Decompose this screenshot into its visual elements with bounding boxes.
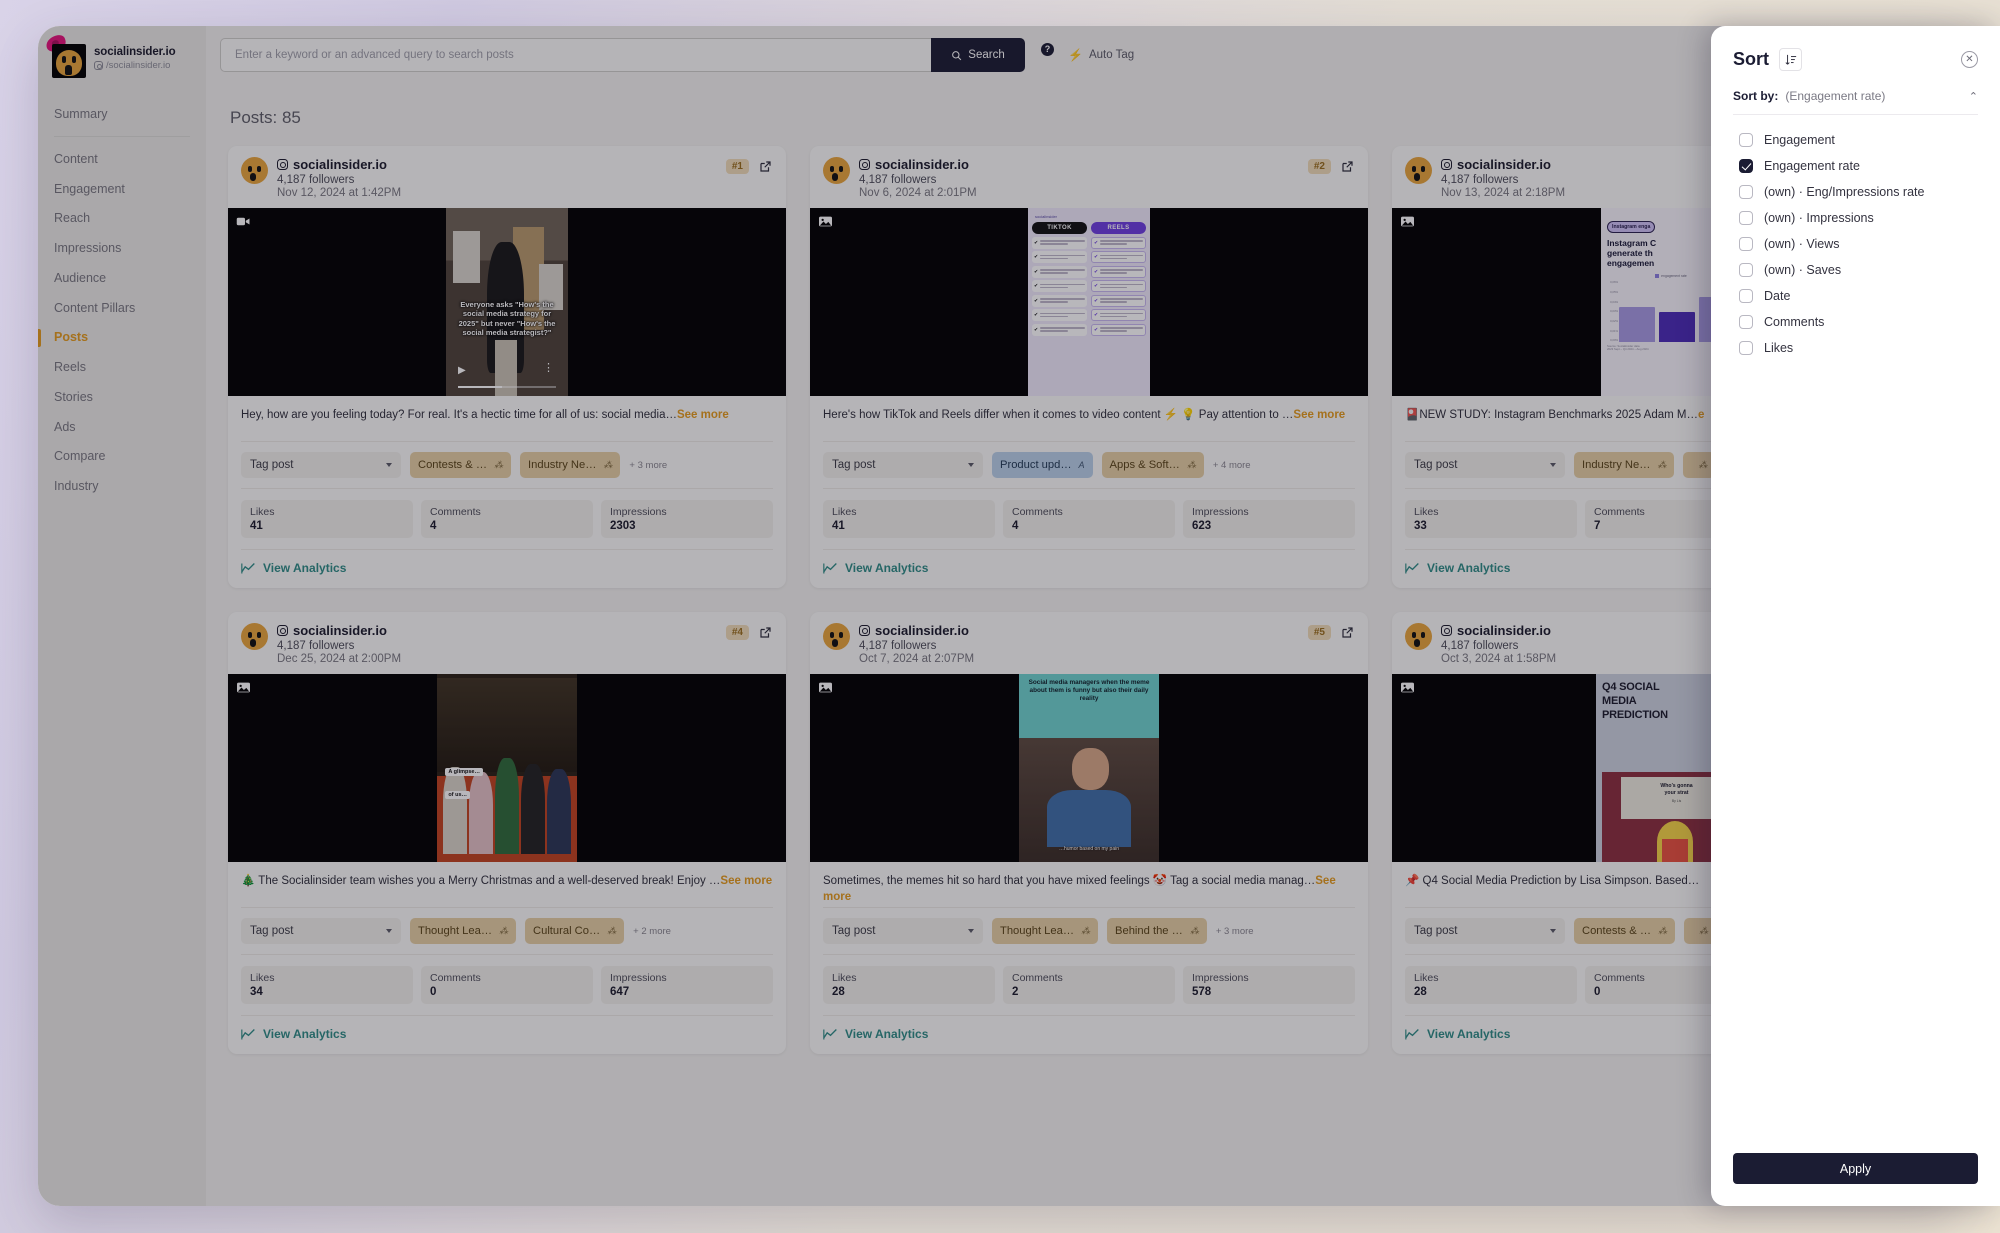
sort-option-likes[interactable]: Likes xyxy=(1739,335,1978,361)
checkbox[interactable] xyxy=(1739,289,1753,303)
checkbox[interactable] xyxy=(1739,315,1753,329)
apply-button[interactable]: Apply xyxy=(1733,1153,1978,1184)
sort-option-own-views[interactable]: (own) · Views xyxy=(1739,231,1978,257)
sort-option-engagement[interactable]: Engagement xyxy=(1739,127,1978,153)
sort-option-label: Engagement xyxy=(1764,133,1835,147)
sort-option-label: Engagement rate xyxy=(1764,159,1860,173)
sort-option-label: (own) · Saves xyxy=(1764,263,1842,277)
sort-option-label: (own) · Eng/Impressions rate xyxy=(1764,185,1925,199)
checkbox[interactable] xyxy=(1739,133,1753,147)
checkbox[interactable] xyxy=(1739,341,1753,355)
sort-descending-icon[interactable] xyxy=(1779,48,1802,71)
checkbox[interactable] xyxy=(1739,237,1753,251)
sort-panel-title: Sort xyxy=(1733,49,1769,69)
sort-option-engagement-rate[interactable]: Engagement rate xyxy=(1739,153,1978,179)
close-icon[interactable]: ✕ xyxy=(1961,51,1978,68)
checkbox[interactable] xyxy=(1739,185,1753,199)
sort-by-label: Sort by: xyxy=(1733,89,1779,103)
sort-option-date[interactable]: Date xyxy=(1739,283,1978,309)
sort-option-own-saves[interactable]: (own) · Saves xyxy=(1739,257,1978,283)
sort-panel-header: Sort ✕ xyxy=(1711,26,2000,71)
checkbox[interactable] xyxy=(1739,211,1753,225)
app-window: socialinsider.io /socialinsider.io Summa… xyxy=(38,26,1963,1206)
sort-option-label: (own) · Views xyxy=(1764,237,1840,251)
checkbox[interactable] xyxy=(1739,263,1753,277)
sort-by-value: (Engagement rate) xyxy=(1785,89,1886,103)
modal-overlay[interactable] xyxy=(38,26,1963,1206)
sort-panel-footer: Apply xyxy=(1711,1137,2000,1206)
sort-option-own-eng-impressions-rate[interactable]: (own) · Eng/Impressions rate xyxy=(1739,179,1978,205)
sort-option-label: Comments xyxy=(1764,315,1825,329)
chevron-up-icon[interactable]: ⌃ xyxy=(1969,90,1978,103)
sort-options-list: Engagement Engagement rate (own) · Eng/I… xyxy=(1711,115,2000,1137)
sort-option-comments[interactable]: Comments xyxy=(1739,309,1978,335)
sort-option-label: Date xyxy=(1764,289,1791,303)
sort-by-row[interactable]: Sort by: (Engagement rate) ⌃ xyxy=(1711,71,2000,103)
checkbox[interactable] xyxy=(1739,159,1753,173)
sort-option-label: Likes xyxy=(1764,341,1794,355)
sort-option-label: (own) · Impressions xyxy=(1764,211,1874,225)
sort-panel: Sort ✕ Sort by: (Engagement rate) ⌃ Enga… xyxy=(1711,26,2000,1206)
sort-option-own-impressions[interactable]: (own) · Impressions xyxy=(1739,205,1978,231)
